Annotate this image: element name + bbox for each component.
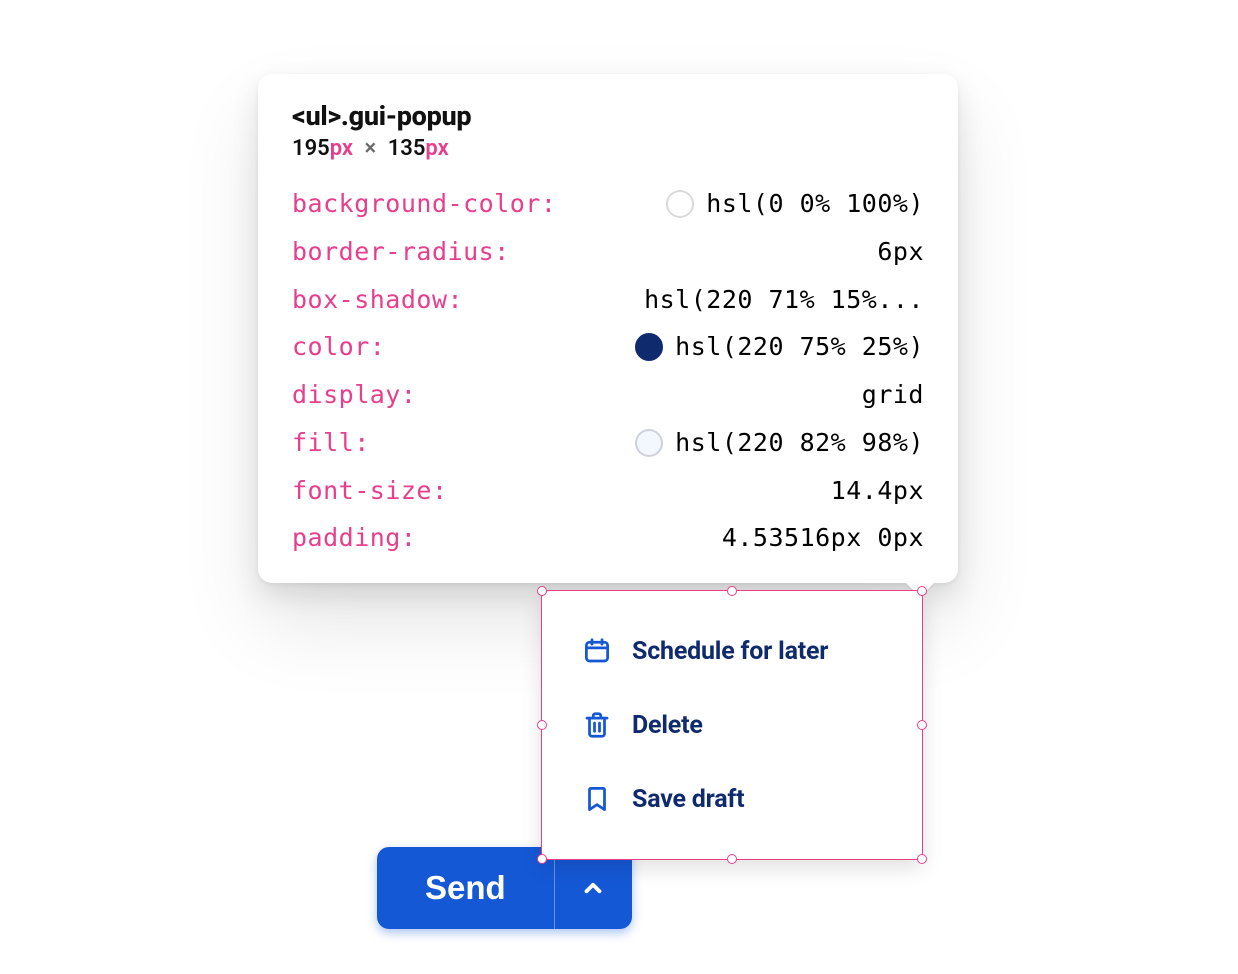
prop-border-radius: border-radius 6px xyxy=(292,235,924,269)
prop-fill: fill hsl(220 82% 98%) xyxy=(292,426,924,460)
prop-color: color hsl(220 75% 25%) xyxy=(292,330,924,364)
prop-key: font-size xyxy=(292,474,448,508)
prop-key: color xyxy=(292,330,385,364)
prop-key: background-color xyxy=(292,187,556,221)
prop-value-text: 4.53516px 0px xyxy=(722,521,924,555)
send-button[interactable]: Send xyxy=(377,847,554,929)
inspector-dimensions: 195px × 135px xyxy=(292,136,924,161)
prop-background-color: background-color hsl(0 0% 100%) xyxy=(292,187,924,221)
popup-item-schedule[interactable]: Schedule for later xyxy=(542,614,922,688)
selection-handle[interactable] xyxy=(917,586,927,596)
prop-key: display xyxy=(292,378,416,412)
prop-font-size: font-size 14.4px xyxy=(292,474,924,508)
selection-handle[interactable] xyxy=(727,586,737,596)
selection-handle[interactable] xyxy=(917,854,927,864)
popup-item-label: Schedule for later xyxy=(632,637,828,666)
selection-handle[interactable] xyxy=(917,720,927,730)
prop-value: hsl(0 0% 100%) xyxy=(666,187,924,221)
trash-icon xyxy=(582,710,612,740)
prop-value-text: hsl(220 75% 25%) xyxy=(675,330,924,364)
selection-handle[interactable] xyxy=(537,720,547,730)
prop-value: hsl(220 82% 98%) xyxy=(635,426,924,460)
popup-item-label: Delete xyxy=(632,711,703,740)
color-swatch-icon xyxy=(635,429,663,457)
color-swatch-icon xyxy=(666,190,694,218)
prop-value-text: 14.4px xyxy=(831,474,924,508)
inspector-selector: <ul>.gui-popup xyxy=(292,100,924,132)
prop-key: box-shadow xyxy=(292,283,463,317)
inspector-height: 135 xyxy=(388,136,426,161)
prop-value: hsl(220 75% 25%) xyxy=(635,330,924,364)
prop-value-text: hsl(0 0% 100%) xyxy=(706,187,924,221)
prop-padding: padding 4.53516px 0px xyxy=(292,521,924,555)
prop-box-shadow: box-shadow hsl(220 71% 15%... xyxy=(292,283,924,317)
css-inspector-tooltip: <ul>.gui-popup 195px × 135px background-… xyxy=(258,74,958,583)
popup-item-label: Save draft xyxy=(632,785,744,814)
selection-handle[interactable] xyxy=(537,586,547,596)
dimension-sep: × xyxy=(365,136,377,161)
color-swatch-icon xyxy=(635,333,663,361)
calendar-icon xyxy=(582,636,612,666)
inspector-header: <ul>.gui-popup 195px × 135px xyxy=(292,100,924,161)
selection-handle[interactable] xyxy=(537,854,547,864)
prop-value-text: grid xyxy=(862,378,924,412)
prop-value-text: 6px xyxy=(877,235,924,269)
unit-px: px xyxy=(425,136,448,161)
prop-display: display grid xyxy=(292,378,924,412)
bookmark-icon xyxy=(582,784,612,814)
popup-item-delete[interactable]: Delete xyxy=(542,688,922,762)
prop-key: border-radius xyxy=(292,235,510,269)
prop-key: fill xyxy=(292,426,370,460)
inspector-properties: background-color hsl(0 0% 100%) border-r… xyxy=(292,187,924,555)
gui-popup: Schedule for later Delete Save draft xyxy=(541,590,923,860)
prop-value-text: hsl(220 71% 15%... xyxy=(644,283,924,317)
prop-value-text: hsl(220 82% 98%) xyxy=(675,426,924,460)
inspector-width: 195 xyxy=(292,136,330,161)
unit-px: px xyxy=(330,136,353,161)
prop-key: padding xyxy=(292,521,416,555)
chevron-up-icon xyxy=(580,875,606,901)
popup-item-save-draft[interactable]: Save draft xyxy=(542,762,922,836)
selection-handle[interactable] xyxy=(727,854,737,864)
